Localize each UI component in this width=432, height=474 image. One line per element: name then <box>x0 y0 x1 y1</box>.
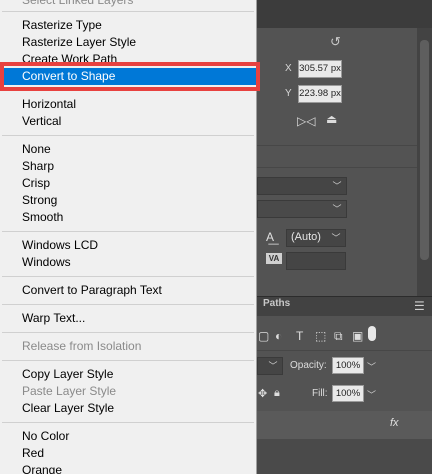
menu-separator <box>2 360 254 361</box>
fx-icon[interactable]: fx <box>390 417 399 429</box>
filter-shape-icon[interactable]: ⬚ <box>315 329 326 343</box>
layer-row[interactable] <box>257 439 432 474</box>
tab-paths[interactable]: Paths <box>263 298 290 309</box>
menu-item-sharp[interactable]: Sharp <box>0 158 256 175</box>
flip-horizontal-icon[interactable]: ▷◁ <box>297 114 315 128</box>
tracking-dropdown[interactable] <box>286 252 346 270</box>
blend-mode-dropdown[interactable]: ﹀ <box>257 357 283 375</box>
menu-item-none[interactable]: None <box>0 141 256 158</box>
x-label: X <box>285 63 292 74</box>
reset-icon[interactable]: ↺ <box>330 35 344 49</box>
chevron-down-icon[interactable]: ﹀ <box>367 388 376 401</box>
menu-item-convert-to-paragraph-text[interactable]: Convert to Paragraph Text <box>0 282 256 299</box>
menu-separator <box>2 135 254 136</box>
chevron-down-icon: ﹀ <box>268 361 278 371</box>
panel-header <box>257 0 432 28</box>
highlight-annotation <box>0 62 260 91</box>
menu-item-clear-layer-style[interactable]: Clear Layer Style <box>0 400 256 417</box>
menu-item-windows-lcd[interactable]: Windows LCD <box>0 237 256 254</box>
menu-item-strong[interactable]: Strong <box>0 192 256 209</box>
fill-label: Fill: <box>312 388 328 399</box>
chevron-down-icon: ﹀ <box>332 181 342 191</box>
filter-type-icon[interactable]: T <box>296 329 303 343</box>
y-label: Y <box>285 88 292 99</box>
panel-menu-icon[interactable]: ☰ <box>414 299 425 313</box>
tracking-icon: VA <box>266 253 282 264</box>
menu-separator <box>2 304 254 305</box>
menu-item-select-linked-layers: Select Linked Layers <box>22 0 134 7</box>
menu-item-rasterize-layer-style[interactable]: Rasterize Layer Style <box>0 34 256 51</box>
menu-item-orange[interactable]: Orange <box>0 462 256 474</box>
menu-separator <box>2 11 254 12</box>
menu-item-warp-text[interactable]: Warp Text... <box>0 310 256 327</box>
font-family-dropdown[interactable]: ﹀ <box>257 177 347 195</box>
menu-item-windows[interactable]: Windows <box>0 254 256 271</box>
filter-toggle-icon[interactable] <box>368 326 376 341</box>
menu-item-horizontal[interactable]: Horizontal <box>0 96 256 113</box>
divider <box>257 145 417 146</box>
menu-item-red[interactable]: Red <box>0 445 256 462</box>
filter-adjustment-icon[interactable]: ◐ <box>275 329 282 343</box>
menu-separator <box>2 276 254 277</box>
divider <box>257 167 417 168</box>
leading-dropdown[interactable]: (Auto) ﹀ <box>286 229 346 247</box>
chevron-down-icon[interactable]: ﹀ <box>367 360 376 373</box>
flip-vertical-icon[interactable]: ⏏ <box>326 112 337 126</box>
menu-item-paste-layer-style: Paste Layer Style <box>22 384 117 398</box>
chevron-down-icon: ﹀ <box>331 233 341 243</box>
scrollbar-thumb[interactable] <box>420 40 429 260</box>
fill-field[interactable]: 100% <box>332 385 364 402</box>
font-style-dropdown[interactable]: ﹀ <box>257 200 347 218</box>
menu-item-no-color[interactable]: No Color <box>0 428 256 445</box>
menu-separator <box>2 422 254 423</box>
chevron-down-icon: ﹀ <box>332 204 342 214</box>
layer-row[interactable] <box>257 411 432 439</box>
lock-all-icon[interactable]: 🔒︎ <box>274 387 280 400</box>
menu-separator <box>2 231 254 232</box>
menu-item-smooth[interactable]: Smooth <box>0 209 256 226</box>
divider <box>257 350 432 351</box>
menu-item-vertical[interactable]: Vertical <box>0 113 256 130</box>
menu-separator <box>2 332 254 333</box>
menu-item-release-from-isolation: Release from Isolation <box>22 339 142 353</box>
x-position-field[interactable]: 305.57 px <box>298 60 342 78</box>
y-position-field[interactable]: 223.98 px <box>298 85 342 103</box>
leading-icon: A͟ <box>266 230 275 244</box>
filter-artboard-icon[interactable]: ▣ <box>352 329 363 343</box>
menu-item-crisp[interactable]: Crisp <box>0 175 256 192</box>
leading-value: (Auto) <box>291 231 321 243</box>
filter-pixel-icon[interactable]: ▢ <box>258 329 269 343</box>
menu-item-copy-layer-style[interactable]: Copy Layer Style <box>0 366 256 383</box>
filter-smart-object-icon[interactable]: ⧉ <box>334 329 343 344</box>
opacity-field[interactable]: 100% <box>332 357 364 374</box>
opacity-label: Opacity: <box>290 360 327 371</box>
lock-position-icon[interactable]: ✥ <box>258 387 267 400</box>
menu-item-rasterize-type[interactable]: Rasterize Type <box>0 17 256 34</box>
